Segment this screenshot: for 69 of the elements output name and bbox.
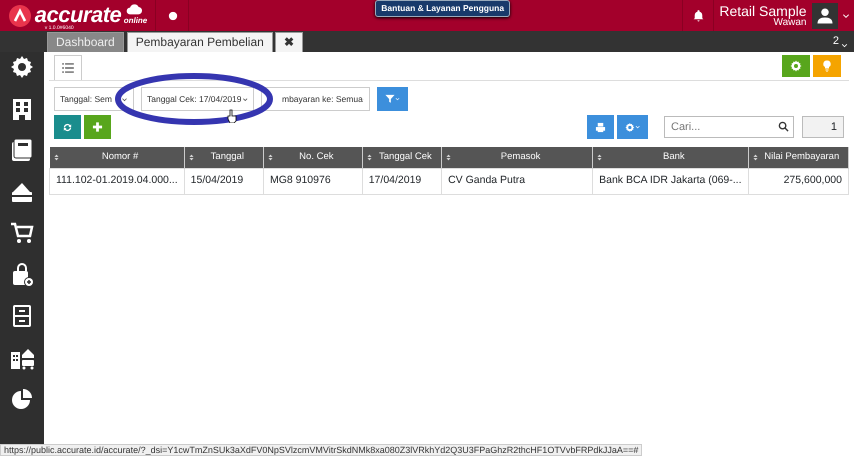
- table-cell: 275,600,000: [748, 168, 848, 194]
- logo-text: accurate: [34, 6, 122, 24]
- column-header[interactable]: Nilai Pembayaran: [748, 147, 848, 168]
- refresh-icon: [62, 122, 73, 132]
- pie-chart-icon[interactable]: [10, 387, 34, 411]
- shopping-bag-icon[interactable]: [10, 262, 34, 286]
- user-avatar[interactable]: [812, 2, 838, 28]
- column-header[interactable]: No. Cek: [263, 147, 362, 168]
- caret-icon: [395, 96, 400, 102]
- caret-icon: [841, 42, 848, 49]
- sort-icon: [266, 152, 274, 162]
- caret-icon: [842, 12, 850, 20]
- building-icon[interactable]: [10, 96, 34, 120]
- user-icon: [816, 6, 834, 24]
- search-field[interactable]: Cari...: [664, 116, 794, 138]
- table-cell: CV Ganda Putra: [442, 168, 593, 194]
- status-url: https://public.accurate.id/accurate/?_dsi=Y1cwTmZnSUk3aXdFV0NpSVlzcmVMVitrSkdNMk8xa080Z3lVRkhYd2Q3U3FPaGhzR2thcHF1OTVvbFRPdkJJaA==#: [0, 444, 642, 456]
- print-button[interactable]: [587, 115, 614, 139]
- refresh-button[interactable]: [54, 115, 81, 139]
- sort-icon: [366, 152, 373, 162]
- caret-icon: [242, 96, 248, 102]
- help-button[interactable]: Bantuan & Layanan Pengguna: [375, 0, 510, 17]
- cabinet-icon[interactable]: [10, 304, 34, 328]
- column-header[interactable]: Bank: [592, 147, 748, 168]
- caret-icon: [121, 96, 128, 102]
- settings-icon[interactable]: [10, 55, 34, 79]
- sort-icon: [752, 152, 759, 162]
- table-cell: 15/04/2019: [184, 168, 264, 194]
- printer-icon: [595, 122, 606, 132]
- hand-cursor-icon: [227, 109, 237, 123]
- settings-icon: [790, 60, 802, 72]
- table-cell: 17/04/2019: [362, 168, 442, 194]
- column-header[interactable]: Pemasok: [442, 147, 593, 168]
- caret-icon: [634, 124, 640, 130]
- filter-button[interactable]: [377, 87, 408, 111]
- list-icon: [61, 61, 75, 75]
- ledger-icon[interactable]: [10, 138, 34, 162]
- table-cell: MG8 910976: [263, 168, 362, 194]
- filter-dropdown[interactable]: mbayaran ke: Semua: [261, 87, 370, 111]
- filter-dropdown[interactable]: Tanggal Cek: 17/04/2019: [141, 87, 254, 111]
- logo-icon: [8, 4, 32, 28]
- column-header[interactable]: Nomor #: [50, 147, 184, 168]
- dot-icon: [168, 10, 178, 20]
- settings-icon: [625, 122, 635, 132]
- filter-icon: [385, 93, 395, 105]
- company-name: Retail Sample: [719, 4, 806, 18]
- close-tab-button[interactable]: ✖: [274, 32, 303, 52]
- settings-button[interactable]: [782, 55, 810, 77]
- options-button[interactable]: [617, 115, 648, 139]
- column-header[interactable]: Tanggal: [184, 147, 264, 168]
- tab[interactable]: Pembayaran Pembelian: [126, 32, 273, 52]
- plus-icon: [92, 121, 103, 133]
- search-icon: [778, 121, 789, 132]
- tab-count: 2: [832, 34, 839, 50]
- lightbulb-icon: [821, 60, 833, 72]
- sort-icon: [596, 152, 604, 162]
- table-cell: 111.102-01.2019.04.000...: [50, 168, 184, 194]
- page-number-field[interactable]: 1: [802, 116, 844, 138]
- logo-subtitle: online: [124, 16, 148, 24]
- sort-icon: [52, 152, 60, 162]
- add-button[interactable]: [84, 115, 111, 139]
- sort-icon: [188, 152, 195, 162]
- sort-icon: [445, 152, 452, 162]
- bell-icon: [692, 9, 705, 22]
- user-name: Wawan: [774, 18, 806, 28]
- column-header[interactable]: Tanggal Cek: [362, 147, 442, 168]
- list-view-tab[interactable]: [54, 55, 82, 80]
- table-cell: Bank BCA IDR Jakarta (069-...: [592, 168, 748, 194]
- cart-icon[interactable]: [10, 221, 34, 245]
